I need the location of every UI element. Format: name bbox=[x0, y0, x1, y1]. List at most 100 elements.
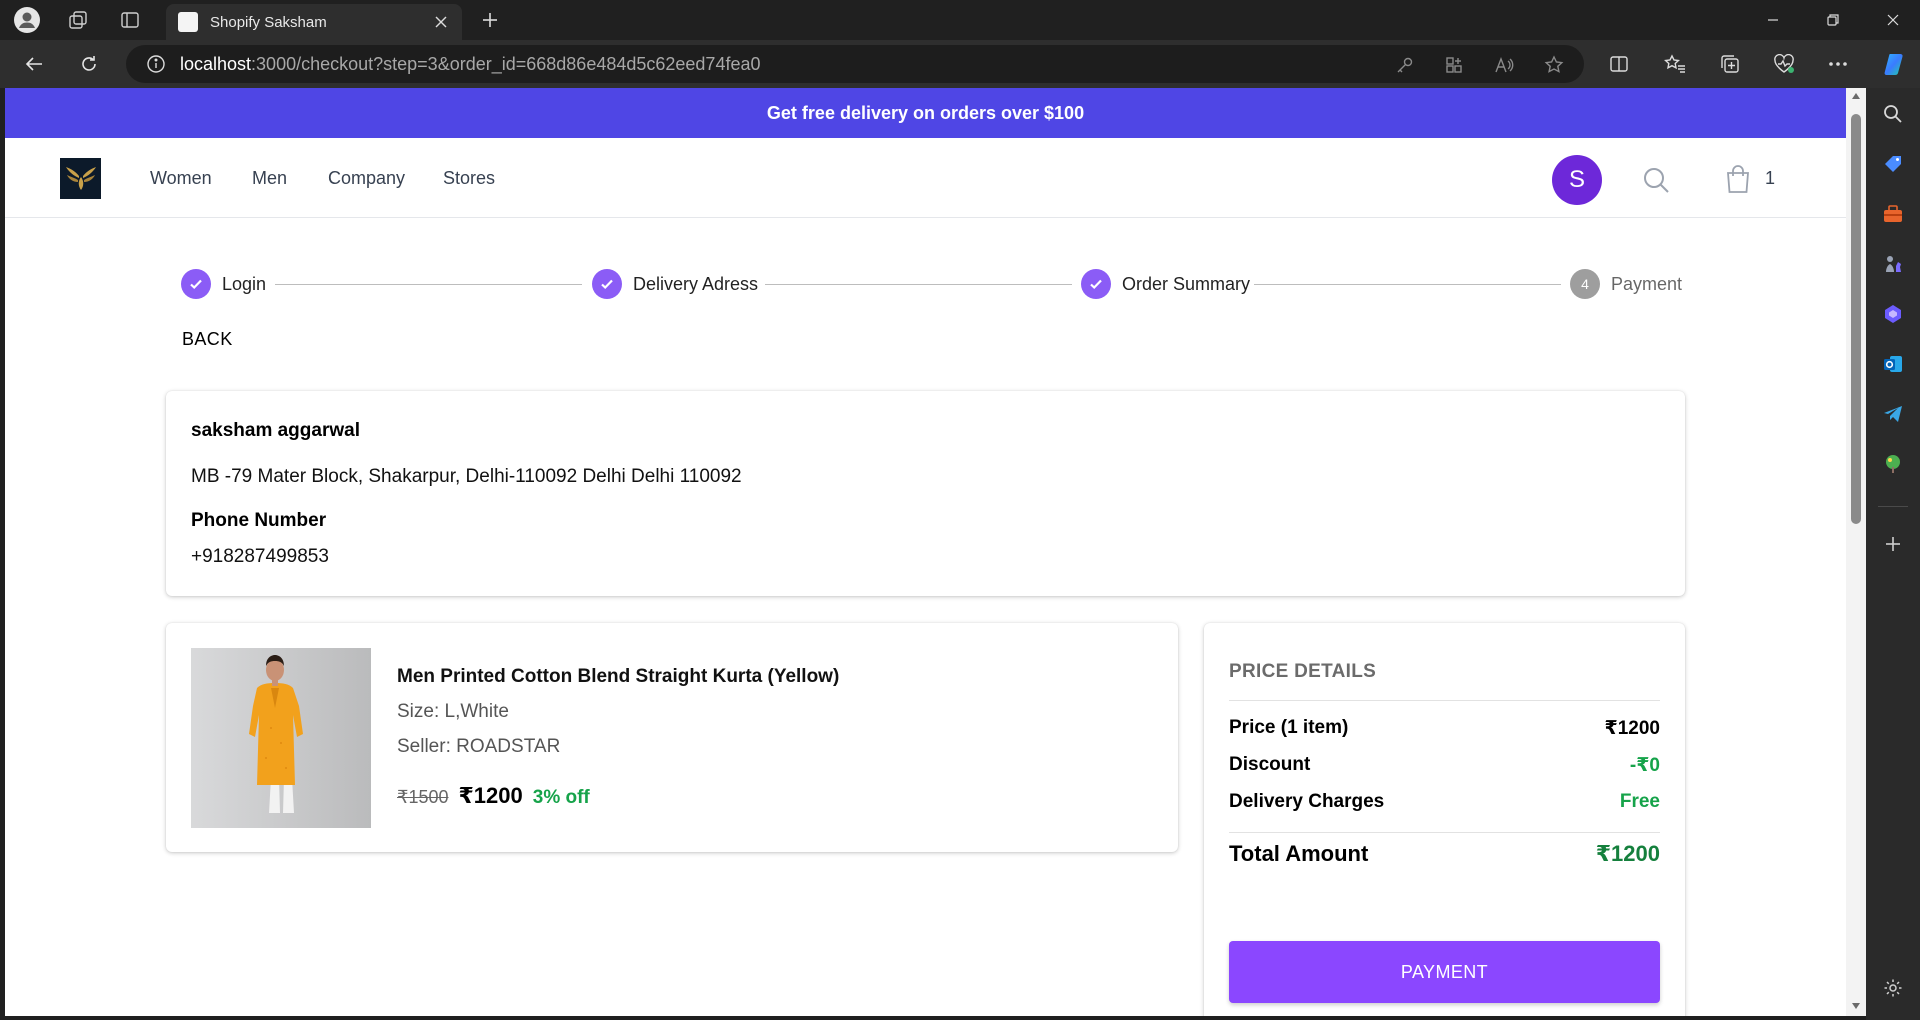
page-scrollbar[interactable] bbox=[1846, 88, 1866, 1016]
site-header: Women Men Company Stores S 1 bbox=[5, 138, 1846, 218]
search-sidebar-icon[interactable] bbox=[1881, 102, 1905, 126]
step-order-summary: Order Summary bbox=[1081, 269, 1250, 299]
tab-close-icon[interactable] bbox=[430, 11, 452, 33]
delivery-row: Delivery Charges Free bbox=[1229, 791, 1660, 813]
more-options-icon[interactable] bbox=[1819, 48, 1857, 80]
close-window-icon[interactable] bbox=[1866, 0, 1920, 40]
order-item-card: Men Printed Cotton Blend Straight Kurta … bbox=[166, 623, 1178, 852]
split-screen-icon[interactable] bbox=[1600, 48, 1638, 80]
profile-icon[interactable] bbox=[11, 4, 43, 36]
user-avatar[interactable]: S bbox=[1552, 155, 1602, 205]
total-label: Total Amount bbox=[1229, 841, 1369, 866]
tab-favicon-icon bbox=[178, 12, 198, 32]
step-label: Delivery Adress bbox=[633, 273, 759, 294]
discount-percent: 3% off bbox=[532, 787, 590, 808]
read-aloud-icon[interactable] bbox=[1488, 49, 1520, 81]
check-circle-icon bbox=[181, 269, 211, 299]
edge-sidebar bbox=[1866, 88, 1920, 1020]
page-viewport: Get free delivery on orders over $100 Wo… bbox=[5, 88, 1846, 1016]
step-delivery-address: Delivery Adress bbox=[592, 269, 758, 299]
browser-tab-active[interactable]: Shopify Saksham bbox=[166, 4, 462, 40]
checkout-stepper: Login Delivery Adress Order Summary 4 Pa… bbox=[171, 269, 1686, 301]
refresh-icon[interactable] bbox=[71, 48, 107, 80]
scrollbar-thumb[interactable] bbox=[1851, 114, 1861, 524]
step-connector bbox=[275, 284, 582, 285]
back-arrow-icon[interactable] bbox=[16, 48, 52, 80]
browser-essentials-icon[interactable] bbox=[1765, 48, 1803, 80]
address-line: MB -79 Mater Block, Shakarpur, Delhi-110… bbox=[191, 466, 742, 487]
step-connector bbox=[765, 284, 1072, 285]
step-label: Login bbox=[222, 273, 267, 294]
telegram-send-icon[interactable] bbox=[1881, 402, 1905, 426]
delivery-value: Free bbox=[1619, 791, 1660, 812]
product-title[interactable]: Men Printed Cotton Blend Straight Kurta … bbox=[397, 666, 839, 688]
collections-icon[interactable] bbox=[1711, 48, 1749, 80]
check-circle-icon bbox=[592, 269, 622, 299]
discounted-price: ₹1200 bbox=[458, 783, 523, 808]
shopping-bag-icon[interactable] bbox=[1725, 164, 1751, 194]
scroll-down-icon[interactable] bbox=[1851, 1002, 1861, 1010]
payment-button[interactable]: PAYMENT bbox=[1229, 941, 1660, 1003]
key-icon[interactable] bbox=[1389, 49, 1421, 81]
delivery-label: Delivery Charges bbox=[1229, 791, 1385, 812]
product-price-row: ₹1500 ₹1200 3% off bbox=[397, 783, 590, 809]
phone-number: +918287499853 bbox=[191, 546, 329, 567]
favorite-star-icon[interactable] bbox=[1538, 49, 1570, 81]
app-available-icon[interactable] bbox=[1438, 49, 1470, 81]
promo-banner: Get free delivery on orders over $100 bbox=[5, 88, 1846, 138]
nav-men[interactable]: Men bbox=[252, 168, 287, 189]
search-icon[interactable] bbox=[1642, 166, 1670, 194]
step-label: Payment bbox=[1611, 273, 1683, 294]
price-details-title: PRICE DETAILS bbox=[1229, 661, 1377, 682]
add-sidebar-icon[interactable] bbox=[1881, 532, 1905, 556]
phone-label: Phone Number bbox=[191, 510, 327, 531]
new-tab-icon[interactable] bbox=[474, 4, 506, 36]
step-label: Order Summary bbox=[1122, 273, 1251, 294]
browser-tab-bar: Shopify Saksham bbox=[0, 0, 1920, 40]
browser-address-bar: localhost:3000/checkout?step=3&order_id=… bbox=[0, 40, 1920, 88]
brand-logo[interactable] bbox=[60, 158, 101, 199]
site-info-icon[interactable] bbox=[146, 54, 166, 74]
outlook-icon[interactable] bbox=[1881, 352, 1905, 376]
restore-icon[interactable] bbox=[1806, 0, 1860, 40]
url-host: localhost bbox=[180, 53, 252, 74]
nav-women[interactable]: Women bbox=[150, 168, 212, 189]
step-number: 4 bbox=[1570, 269, 1600, 299]
sidebar-settings-icon[interactable] bbox=[1881, 976, 1905, 1000]
games-chess-icon[interactable] bbox=[1881, 252, 1905, 276]
shopping-tag-icon[interactable] bbox=[1881, 152, 1905, 176]
nav-stores[interactable]: Stores bbox=[443, 168, 495, 189]
discount-label: Discount bbox=[1229, 754, 1311, 775]
divider bbox=[1229, 832, 1660, 833]
product-size: Size: L,White bbox=[397, 701, 509, 722]
minimize-icon[interactable] bbox=[1746, 0, 1800, 40]
delivery-address-card: saksham aggarwal MB -79 Mater Block, Sha… bbox=[166, 391, 1685, 596]
divider bbox=[1229, 700, 1660, 701]
product-image[interactable] bbox=[191, 648, 371, 828]
favorites-icon[interactable] bbox=[1656, 48, 1694, 80]
copilot-sidebar-icon[interactable] bbox=[1881, 302, 1905, 326]
step-connector bbox=[1254, 284, 1561, 285]
sidebar-divider bbox=[1878, 506, 1908, 507]
check-circle-icon bbox=[1081, 269, 1111, 299]
discount-row: Discount -₹0 bbox=[1229, 754, 1660, 777]
total-value: ₹1200 bbox=[1595, 841, 1660, 866]
product-seller: Seller: ROADSTAR bbox=[397, 736, 561, 757]
nav-company[interactable]: Company bbox=[328, 168, 405, 189]
tab-actions-icon[interactable] bbox=[114, 4, 146, 36]
original-price: ₹1500 bbox=[397, 787, 449, 807]
tools-briefcase-icon[interactable] bbox=[1881, 202, 1905, 226]
copilot-icon[interactable] bbox=[1876, 48, 1914, 80]
price-row: Price (1 item) ₹1200 bbox=[1229, 717, 1660, 740]
price-details-card: PRICE DETAILS Price (1 item) ₹1200 Disco… bbox=[1204, 623, 1685, 1016]
back-button[interactable]: BACK bbox=[171, 321, 244, 357]
price-value: ₹1200 bbox=[1604, 718, 1661, 739]
workspaces-icon[interactable] bbox=[62, 4, 94, 36]
url-field[interactable]: localhost:3000/checkout?step=3&order_id=… bbox=[126, 45, 1584, 83]
customer-name: saksham aggarwal bbox=[191, 420, 360, 441]
price-label: Price (1 item) bbox=[1229, 717, 1349, 738]
step-login: Login bbox=[181, 269, 266, 299]
discount-value: -₹0 bbox=[1629, 755, 1660, 776]
scroll-up-icon[interactable] bbox=[1851, 92, 1861, 100]
tree-icon[interactable] bbox=[1881, 452, 1905, 476]
